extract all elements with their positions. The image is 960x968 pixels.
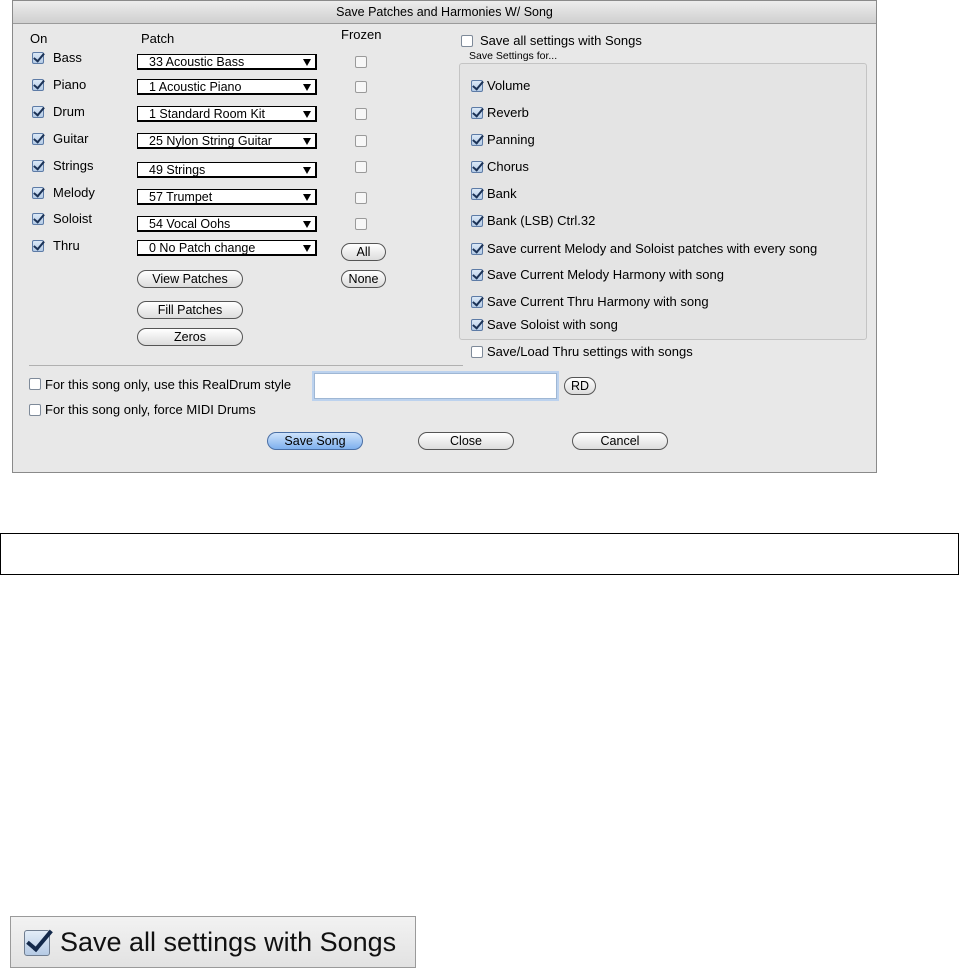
- save-all-settings-label: Save all settings with Songs: [480, 33, 642, 48]
- realdrum-style-input[interactable]: [314, 373, 557, 399]
- save-soloist-label: Save Soloist with song: [487, 317, 618, 332]
- strings-patch-select[interactable]: 49 Strings: [137, 162, 317, 178]
- drum-frozen-checkbox[interactable]: [355, 108, 367, 120]
- view-patches-button[interactable]: View Patches: [137, 270, 243, 288]
- zoom-callout-label: Save all settings with Songs: [60, 927, 397, 957]
- select-value: 33 Acoustic Bass: [149, 55, 245, 69]
- piano-on-checkbox[interactable]: [32, 79, 44, 91]
- piano-patch-select[interactable]: 1 Acoustic Piano: [137, 79, 317, 95]
- drum-patch-select[interactable]: 1 Standard Room Kit: [137, 106, 317, 122]
- track-label-melody: Melody: [53, 185, 95, 200]
- soloist-on-checkbox[interactable]: [32, 213, 44, 225]
- save-thru-harmony-checkbox[interactable]: [471, 296, 483, 308]
- on-column-header: On: [30, 31, 48, 46]
- save-all-settings-zoom-callout: Save all settings with Songs: [10, 916, 416, 968]
- soloist-frozen-checkbox[interactable]: [355, 218, 367, 230]
- dropdown-arrow-icon: [303, 111, 311, 118]
- melody-patch-select[interactable]: 57 Trumpet: [137, 189, 317, 205]
- guitar-patch-select[interactable]: 25 Nylon String Guitar: [137, 133, 317, 149]
- dropdown-arrow-icon: [303, 138, 311, 145]
- bass-patch-select[interactable]: 33 Acoustic Bass: [137, 54, 317, 70]
- bass-on-checkbox[interactable]: [32, 52, 44, 64]
- thru-patch-select[interactable]: 0 No Patch change: [137, 240, 317, 256]
- track-label-guitar: Guitar: [53, 131, 89, 146]
- soloist-patch-select[interactable]: 54 Vocal Oohs: [137, 216, 317, 232]
- bank-label: Bank: [487, 186, 517, 201]
- save-load-thru-checkbox[interactable]: [471, 346, 483, 358]
- frozen-none-button[interactable]: None: [341, 270, 386, 288]
- select-value: 57 Trumpet: [149, 190, 213, 204]
- bank-lsb-checkbox[interactable]: [471, 215, 483, 227]
- chorus-label: Chorus: [487, 159, 529, 174]
- realdrum-style-checkbox[interactable]: [29, 378, 41, 390]
- fill-patches-button[interactable]: Fill Patches: [137, 301, 243, 319]
- save-soloist-checkbox[interactable]: [471, 319, 483, 331]
- cancel-button[interactable]: Cancel: [572, 432, 668, 450]
- drum-on-checkbox[interactable]: [32, 106, 44, 118]
- bank-checkbox[interactable]: [471, 188, 483, 200]
- dropdown-arrow-icon: [303, 167, 311, 174]
- save-melody-soloist-patches-label: Save current Melody and Soloist patches …: [487, 241, 818, 256]
- save-song-button[interactable]: Save Song: [267, 432, 363, 450]
- track-label-piano: Piano: [53, 77, 87, 92]
- select-value: 1 Acoustic Piano: [149, 80, 242, 94]
- bank-lsb-label: Bank (LSB) Ctrl.32: [487, 213, 596, 228]
- volume-checkbox[interactable]: [471, 80, 483, 92]
- empty-note-box: [0, 533, 959, 575]
- save-melody-harmony-checkbox[interactable]: [471, 269, 483, 281]
- select-value: 25 Nylon String Guitar: [149, 134, 272, 148]
- reverb-checkbox[interactable]: [471, 107, 483, 119]
- frozen-all-button[interactable]: All: [341, 243, 386, 261]
- select-value: 54 Vocal Oohs: [149, 217, 231, 231]
- track-label-drum: Drum: [53, 104, 85, 119]
- select-value: 1 Standard Room Kit: [149, 107, 266, 121]
- track-label-strings: Strings: [53, 158, 94, 173]
- dropdown-arrow-icon: [303, 84, 311, 91]
- track-label-bass: Bass: [53, 50, 82, 65]
- volume-label: Volume: [487, 78, 531, 93]
- strings-on-checkbox[interactable]: [32, 160, 44, 172]
- thru-on-checkbox[interactable]: [32, 240, 44, 252]
- checkmark-icon: [24, 930, 50, 956]
- dropdown-arrow-icon: [303, 221, 311, 228]
- save-load-thru-label: Save/Load Thru settings with songs: [487, 344, 693, 359]
- save-melody-harmony-label: Save Current Melody Harmony with song: [487, 267, 724, 282]
- chorus-checkbox[interactable]: [471, 161, 483, 173]
- save-thru-harmony-label: Save Current Thru Harmony with song: [487, 294, 709, 309]
- dropdown-arrow-icon: [303, 245, 311, 252]
- panning-label: Panning: [487, 132, 535, 147]
- track-label-soloist: Soloist: [53, 211, 93, 226]
- save-all-settings-checkbox[interactable]: [461, 35, 473, 47]
- save-patches-dialog: Save Patches and Harmonies W/ Song On Pa…: [12, 0, 877, 473]
- patch-column-header: Patch: [141, 31, 175, 46]
- melody-on-checkbox[interactable]: [32, 187, 44, 199]
- strings-frozen-checkbox[interactable]: [355, 161, 367, 173]
- track-label-thru: Thru: [53, 238, 80, 253]
- separator-line: [29, 365, 463, 366]
- save-settings-for-label: Save Settings for...: [469, 50, 558, 62]
- bass-frozen-checkbox[interactable]: [355, 56, 367, 68]
- dropdown-arrow-icon: [303, 59, 311, 66]
- panning-checkbox[interactable]: [471, 134, 483, 146]
- save-melody-soloist-patches-checkbox[interactable]: [471, 243, 483, 255]
- realdrum-style-label: For this song only, use this RealDrum st…: [45, 377, 292, 392]
- dialog-title: Save Patches and Harmonies W/ Song: [13, 1, 876, 24]
- rd-button[interactable]: RD: [564, 377, 596, 395]
- zeros-button[interactable]: Zeros: [137, 328, 243, 346]
- frozen-column-header: Frozen: [341, 27, 382, 42]
- force-midi-drums-checkbox[interactable]: [29, 404, 41, 416]
- guitar-on-checkbox[interactable]: [32, 133, 44, 145]
- dropdown-arrow-icon: [303, 194, 311, 201]
- select-value: 0 No Patch change: [149, 241, 256, 255]
- melody-frozen-checkbox[interactable]: [355, 192, 367, 204]
- close-button[interactable]: Close: [418, 432, 514, 450]
- reverb-label: Reverb: [487, 105, 529, 120]
- select-value: 49 Strings: [149, 163, 206, 177]
- guitar-frozen-checkbox[interactable]: [355, 135, 367, 147]
- force-midi-drums-label: For this song only, force MIDI Drums: [45, 402, 256, 417]
- piano-frozen-checkbox[interactable]: [355, 81, 367, 93]
